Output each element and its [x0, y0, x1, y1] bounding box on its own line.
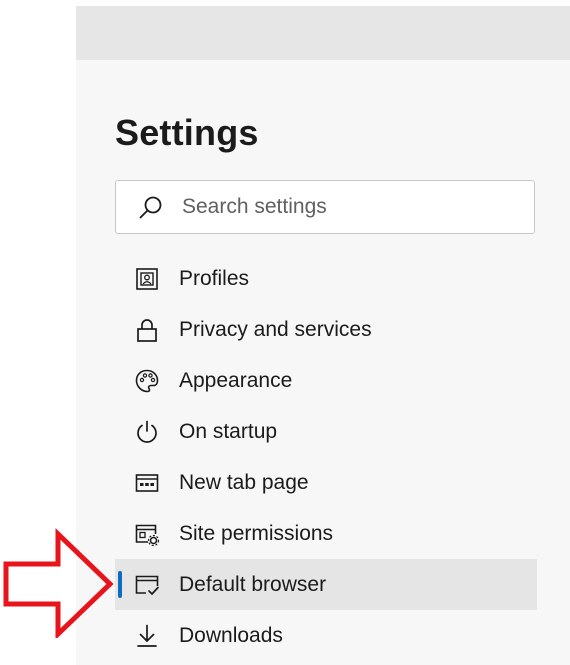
sidebar-item-downloads[interactable]: Downloads	[115, 610, 537, 661]
sidebar-item-label: New tab page	[179, 470, 309, 494]
sidebar-item-default-browser[interactable]: Default browser	[115, 559, 537, 610]
sidebar-item-label: Appearance	[179, 368, 293, 392]
sidebar-item-new-tab-page[interactable]: New tab page	[115, 457, 537, 508]
sidebar-item-appearance[interactable]: Appearance	[115, 355, 537, 406]
page-title: Settings	[115, 112, 259, 153]
sidebar-item-label: On startup	[179, 419, 278, 443]
sidebar-item-label: Privacy and services	[179, 317, 372, 341]
search-input[interactable]	[182, 193, 512, 221]
sidebar-item-privacy[interactable]: Privacy and services	[115, 304, 537, 355]
sidebar-item-label: Default browser	[179, 572, 327, 596]
profile-icon	[136, 268, 158, 290]
sidebar-item-site-permissions[interactable]: Site permissions	[115, 508, 537, 559]
download-icon	[137, 624, 157, 647]
sidebar-item-label: Downloads	[179, 623, 283, 647]
search-icon	[139, 196, 162, 219]
sidebar-item-label: Site permissions	[179, 521, 334, 545]
new-tab-page-icon	[135, 474, 159, 492]
site-permissions-icon	[135, 524, 160, 547]
settings-nav: Profiles Privacy and services Appearance…	[115, 253, 537, 661]
sidebar-item-label: Profiles	[179, 266, 250, 290]
palette-icon	[135, 369, 159, 393]
power-icon	[137, 420, 157, 443]
sidebar-item-profiles[interactable]: Profiles	[115, 253, 537, 304]
search-box[interactable]	[115, 180, 535, 234]
top-bar	[76, 6, 570, 60]
default-browser-icon	[135, 575, 159, 595]
annotation-arrow-icon	[3, 528, 114, 638]
sidebar-item-on-startup[interactable]: On startup	[115, 406, 537, 457]
lock-icon	[137, 319, 157, 342]
